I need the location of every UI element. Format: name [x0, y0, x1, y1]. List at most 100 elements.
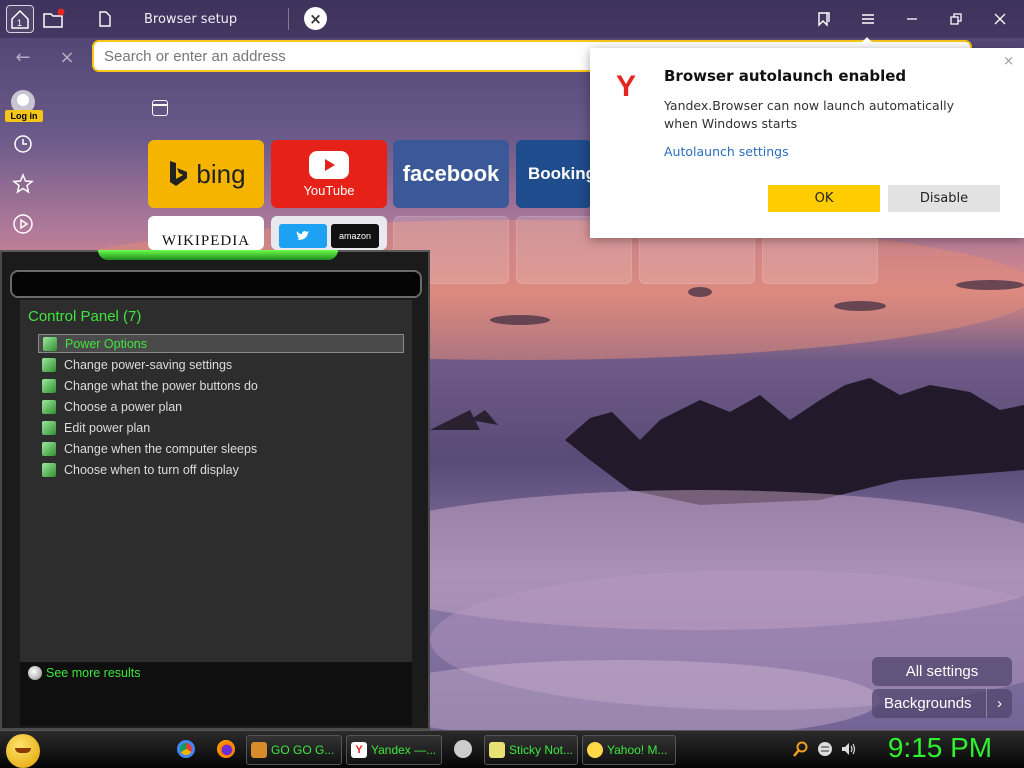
tab-separator	[288, 8, 289, 30]
result-label: Choose when to turn off display	[64, 462, 239, 477]
new-tab-button[interactable]	[40, 5, 68, 33]
youtube-play-icon	[309, 150, 349, 179]
start-search-input[interactable]	[10, 270, 422, 298]
control-panel-icon	[42, 420, 56, 435]
start-button[interactable]	[6, 734, 40, 768]
all-settings-button[interactable]: All settings	[872, 657, 1012, 686]
backgrounds-label: Backgrounds	[884, 695, 972, 712]
result-item[interactable]: Edit power plan	[38, 418, 404, 437]
folder-plus-icon	[43, 8, 65, 28]
result-label: Change what the power buttons do	[64, 378, 258, 393]
backgrounds-button[interactable]: Backgrounds ›	[872, 689, 1012, 718]
taskbar-item[interactable]: GO GO G...	[246, 735, 342, 765]
ok-button[interactable]: OK	[768, 185, 880, 212]
all-settings-label: All settings	[905, 663, 979, 680]
tile-youtube[interactable]: YouTube	[271, 140, 387, 208]
document-icon	[99, 11, 111, 27]
tile-booking[interactable]: Booking.	[516, 140, 592, 208]
tile-wikipedia[interactable]: WIKIPEDIA	[148, 216, 264, 250]
taskbar-label: Yandex —...	[371, 743, 437, 757]
browser-tab-bar: 1 Browser setup ×	[0, 0, 1024, 38]
start-search-panel: Control Panel (7) Power Options Change p…	[0, 250, 430, 730]
yahoo-messenger-icon	[587, 742, 603, 758]
svg-text:1: 1	[17, 18, 22, 28]
login-label[interactable]: Log in	[5, 110, 43, 122]
play-circle-icon[interactable]	[11, 212, 35, 236]
result-label: Edit power plan	[64, 420, 151, 435]
result-label: Choose a power plan	[64, 399, 183, 414]
see-more-label: See more results	[46, 666, 141, 680]
popup-message: Yandex.Browser can now launch automatica…	[664, 98, 955, 131]
restore-icon[interactable]	[942, 5, 970, 33]
close-tab-icon[interactable]: ×	[304, 7, 327, 30]
result-label: Power Options	[65, 336, 147, 351]
see-more-results-link[interactable]: See more results	[28, 666, 140, 680]
control-panel-icon	[42, 399, 56, 414]
taskbar-item[interactable]: Yahoo! M...	[582, 735, 676, 765]
wikipedia-label: WIKIPEDIA	[161, 233, 251, 249]
tabs-icon[interactable]	[152, 100, 168, 116]
result-item[interactable]: Choose a power plan	[38, 397, 404, 416]
booking-label: Booking.	[528, 164, 592, 183]
taskbar-item[interactable]: Sticky Not...	[484, 735, 578, 765]
result-label: Change when the computer sleeps	[64, 441, 258, 456]
result-label: Change power-saving settings	[64, 357, 233, 372]
twitter-icon	[279, 224, 327, 248]
disable-button[interactable]: Disable	[888, 185, 1000, 212]
taskbar-label: Yahoo! M...	[607, 743, 668, 757]
results-heading: Control Panel (7)	[28, 308, 142, 325]
result-item[interactable]: Change when the computer sleeps	[38, 439, 404, 458]
taskbar-label: GO GO G...	[271, 743, 335, 757]
browser-sidebar: Log in	[0, 80, 46, 250]
sticky-note-icon	[489, 742, 505, 758]
clock[interactable]: 9:15 PM	[880, 732, 1000, 764]
network-icon[interactable]	[817, 741, 833, 757]
youtube-label: YouTube	[303, 182, 355, 198]
amazon-label: amazon	[331, 224, 379, 248]
result-item[interactable]: Choose when to turn off display	[38, 460, 404, 479]
tab-browser-setup[interactable]: Browser setup	[88, 0, 288, 38]
minimize-icon[interactable]	[898, 5, 926, 33]
stop-icon[interactable]: ×	[54, 44, 80, 70]
back-arrow-icon[interactable]: ←	[10, 44, 36, 70]
result-item[interactable]: Power Options	[38, 334, 404, 353]
control-panel-icon	[42, 357, 56, 372]
taskbar-item[interactable]: Y Yandex —...	[346, 735, 442, 765]
home-icon: 1	[11, 9, 29, 29]
search-gem-icon	[28, 666, 42, 680]
control-panel-icon	[42, 378, 56, 393]
volume-icon[interactable]	[841, 741, 857, 757]
home-button[interactable]: 1	[6, 5, 34, 33]
tab-title: Browser setup	[144, 11, 238, 27]
chevron-right-icon[interactable]: ›	[986, 689, 1012, 718]
menu-icon[interactable]	[854, 5, 882, 33]
result-item[interactable]: Change power-saving settings	[38, 355, 404, 374]
utility-icon[interactable]	[454, 740, 472, 758]
autolaunch-settings-link[interactable]: Autolaunch settings	[664, 144, 789, 159]
bookmark-star-icon[interactable]	[11, 172, 35, 196]
control-panel-icon	[42, 462, 56, 477]
autolaunch-popup: Y Browser autolaunch enabled Yandex.Brow…	[590, 48, 1024, 238]
bing-label: bing	[196, 158, 246, 189]
tile-facebook[interactable]: facebook	[393, 140, 509, 208]
yandex-logo-icon: Y	[616, 70, 637, 103]
bing-logo-icon	[170, 161, 188, 186]
control-panel-icon	[43, 336, 57, 351]
archive-icon	[251, 742, 267, 758]
taskbar-label: Sticky Not...	[509, 743, 574, 757]
close-window-icon[interactable]	[986, 5, 1014, 33]
facebook-label: facebook	[402, 161, 500, 186]
tile-twitter-amazon[interactable]: amazon	[271, 216, 387, 250]
taskbar: GO GO G... Y Yandex —... Sticky Not... Ya…	[0, 730, 1024, 768]
search-icon[interactable]	[793, 741, 809, 757]
result-item[interactable]: Change what the power buttons do	[38, 376, 404, 395]
tile-bing[interactable]: bing	[148, 140, 264, 208]
popup-title: Browser autolaunch enabled	[664, 67, 907, 85]
bookmarks-icon[interactable]	[810, 5, 838, 33]
firefox-icon[interactable]	[217, 740, 235, 758]
control-panel-icon	[42, 441, 56, 456]
chrome-icon[interactable]	[177, 740, 195, 758]
close-icon[interactable]: ×	[1003, 54, 1014, 69]
history-clock-icon[interactable]	[11, 132, 35, 156]
yandex-icon: Y	[351, 742, 367, 758]
